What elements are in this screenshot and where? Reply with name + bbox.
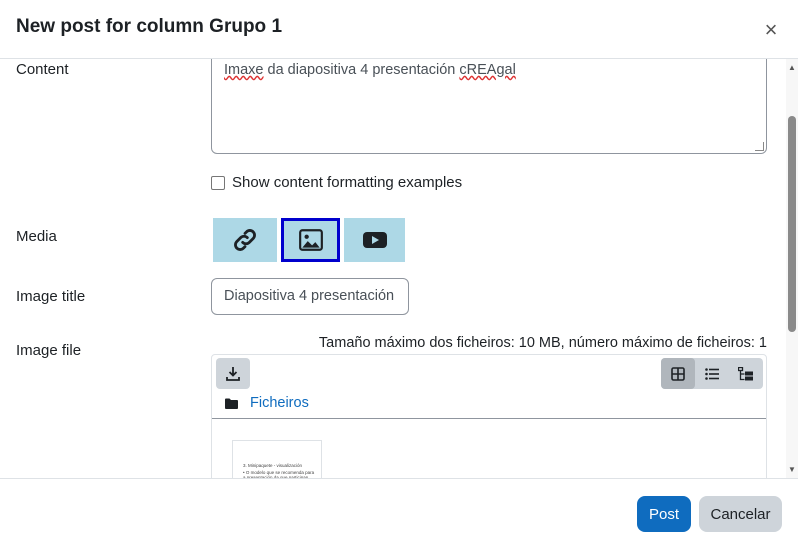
grid-view-button[interactable] xyxy=(661,358,695,389)
grid-icon xyxy=(671,366,685,381)
file-picker: Ficheiros 3. Minipaquete - visualización… xyxy=(211,354,767,478)
link-icon xyxy=(234,229,256,251)
cancel-button[interactable]: Cancelar xyxy=(699,496,782,532)
formatting-examples-checkbox[interactable] xyxy=(211,175,225,190)
list-icon xyxy=(705,367,719,380)
content-textarea[interactable]: Imaxe da diapositiva 4 presentación cREA… xyxy=(211,59,767,154)
image-title-label: Image title xyxy=(16,288,86,305)
modal-footer: Post Cancelar xyxy=(0,478,798,546)
list-view-button[interactable] xyxy=(695,358,729,389)
youtube-icon xyxy=(362,232,387,248)
max-file-size-text: Tamaño máximo dos ficheiros: 10 MB, núme… xyxy=(318,335,767,351)
image-title-input[interactable]: Diapositiva 4 presentación xyxy=(211,278,409,315)
file-path: Ficheiros xyxy=(225,395,309,411)
close-button[interactable]: × xyxy=(760,18,782,42)
scroll-up-arrow[interactable]: ▲ xyxy=(788,63,796,72)
content-text-misspelled-2: cREAgal xyxy=(459,62,516,78)
thumbnail-body: • O modelo que se recomenda para a prese… xyxy=(243,469,315,479)
file-picker-toolbar: Ficheiros xyxy=(212,355,766,419)
tree-view-button[interactable] xyxy=(729,358,763,389)
modal-title: New post for column Grupo 1 xyxy=(16,16,283,37)
download-button[interactable] xyxy=(216,358,250,389)
file-thumbnail[interactable]: 3. Minipaquete - visualización • O model… xyxy=(232,440,322,478)
media-image-button[interactable] xyxy=(281,218,340,262)
media-youtube-button[interactable] xyxy=(344,218,405,262)
modal-body: Content Imaxe da diapositiva 4 presentac… xyxy=(0,59,798,478)
image-file-label: Image file xyxy=(16,342,82,359)
thumbnail-title: 3. Minipaquete - visualización xyxy=(243,463,303,468)
scroll-down-arrow[interactable]: ▼ xyxy=(788,465,796,474)
formatting-examples-row[interactable]: Show content formatting examples xyxy=(211,174,462,191)
folder-icon xyxy=(225,398,238,409)
modal-header: New post for column Grupo 1 × xyxy=(0,0,798,59)
media-label: Media xyxy=(16,228,57,245)
scrollbar-thumb[interactable] xyxy=(788,116,796,332)
content-text-misspelled-1: Imaxe xyxy=(224,62,264,78)
post-button[interactable]: Post xyxy=(637,496,691,532)
image-icon xyxy=(298,229,323,251)
resize-handle[interactable] xyxy=(755,142,764,151)
folder-link[interactable]: Ficheiros xyxy=(250,395,309,411)
download-icon xyxy=(226,366,240,381)
scrollbar[interactable]: ▲ ▼ xyxy=(786,59,798,478)
formatting-examples-label: Show content formatting examples xyxy=(232,174,463,191)
tree-icon xyxy=(738,366,753,380)
content-label: Content xyxy=(16,61,69,78)
view-mode-group xyxy=(661,358,763,389)
content-text: da diapositiva 4 presentación xyxy=(263,62,460,78)
media-link-button[interactable] xyxy=(213,218,277,262)
